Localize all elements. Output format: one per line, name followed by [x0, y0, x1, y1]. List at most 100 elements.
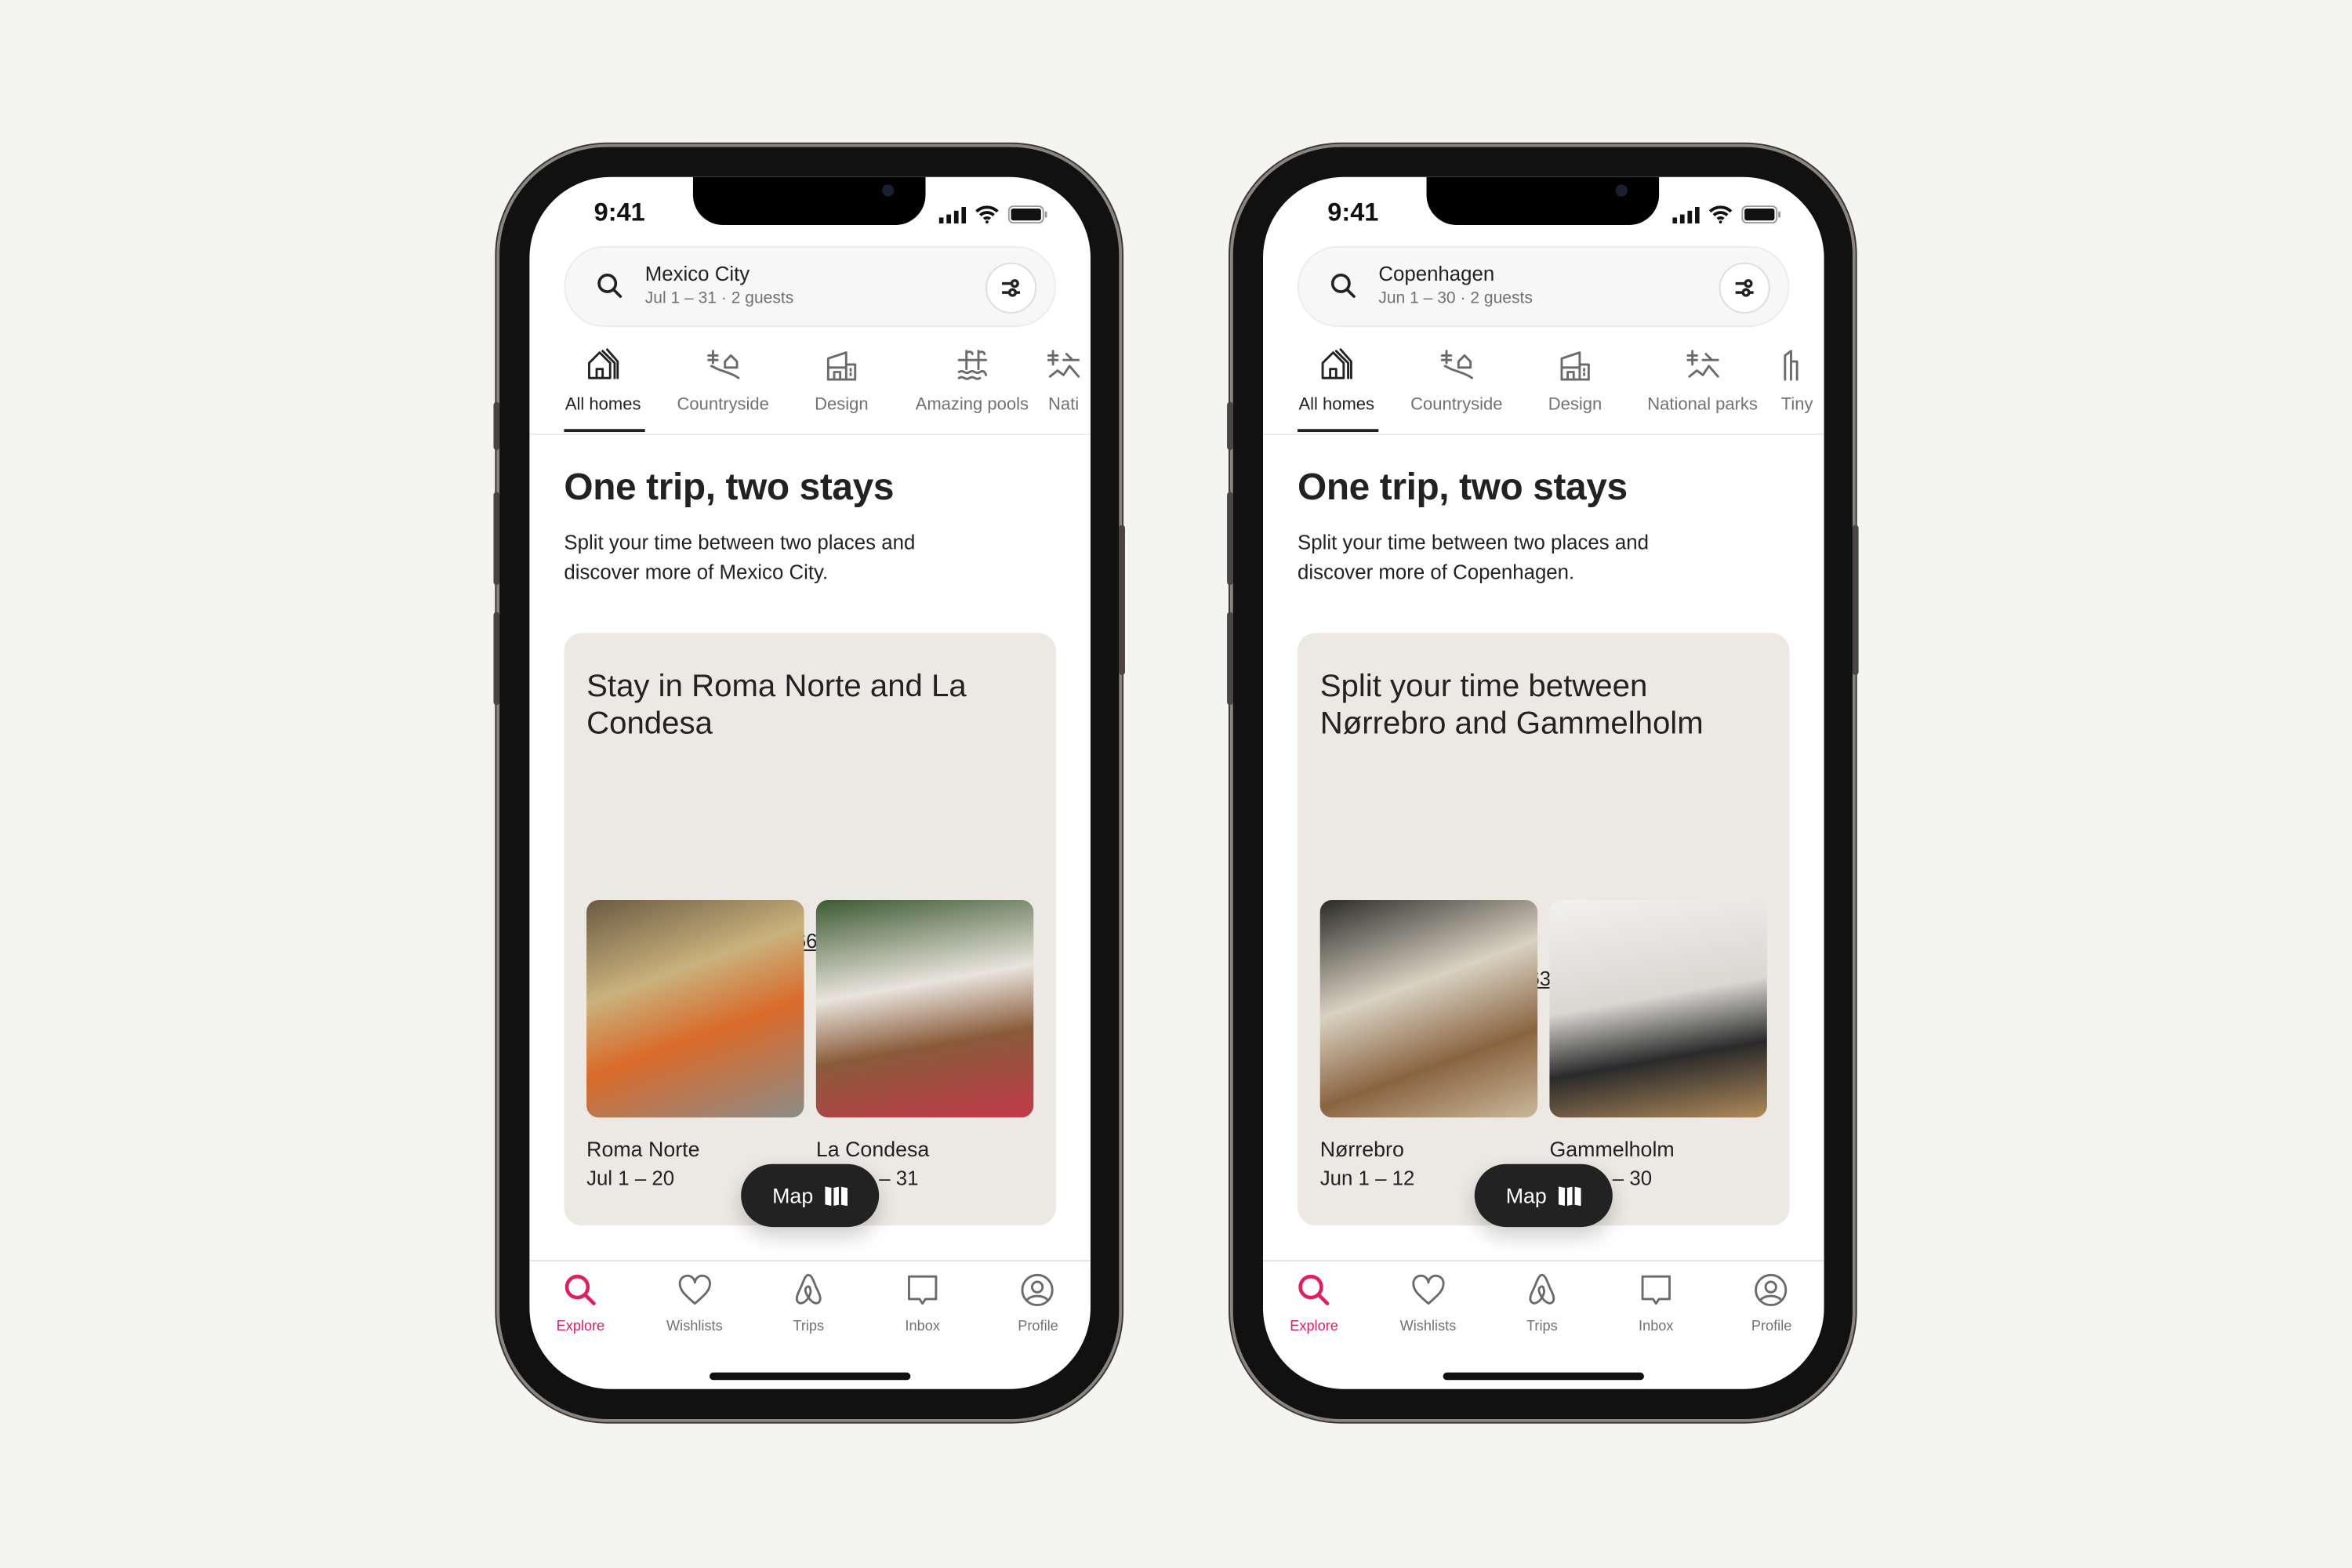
- category-tab[interactable]: Design: [815, 347, 869, 414]
- houses-icon: [588, 348, 619, 379]
- search-icon: [597, 274, 622, 298]
- category-tab[interactable]: Nati: [1046, 347, 1082, 414]
- category-label: Countryside: [1410, 396, 1503, 415]
- home-indicator[interactable]: [1443, 1372, 1644, 1381]
- status-time: 9:41: [1327, 198, 1379, 227]
- tab-label: Inbox: [905, 1318, 940, 1335]
- phone-mockup: 9:41 Mexico City Jul 1 – 31 · 2 guests A…: [493, 147, 1125, 1419]
- tab-label: Profile: [1751, 1318, 1792, 1335]
- camera: [1615, 184, 1628, 197]
- section-heading: One trip, two stays: [564, 466, 895, 509]
- power-button: [1119, 524, 1125, 675]
- search-dates-guests: Jun 1 – 30 · 2 guests: [1378, 289, 1533, 308]
- category-label: Design: [815, 396, 869, 415]
- category-label: All homes: [564, 396, 641, 415]
- design-building-icon: [1560, 351, 1590, 381]
- home-indicator[interactable]: [709, 1372, 911, 1381]
- phone-mockup: 9:41 Copenhagen Jun 1 – 30 · 2 guests Al…: [1227, 147, 1859, 1419]
- message-icon: [1641, 1275, 1671, 1305]
- category-tab[interactable]: Tiny: [1779, 347, 1815, 414]
- map-label: Map: [772, 1183, 814, 1208]
- wifi-icon: [1708, 205, 1733, 224]
- stay-name: Gammelholm: [1549, 1137, 1675, 1161]
- category-label: Design: [1548, 396, 1602, 415]
- search-bar[interactable]: Copenhagen Jun 1 – 30 · 2 guests: [1298, 245, 1790, 328]
- tab-trips[interactable]: Trips: [790, 1272, 826, 1335]
- listing-photo[interactable]: [815, 899, 1034, 1118]
- category-tab[interactable]: Design: [1548, 347, 1602, 414]
- tab-label: Profile: [1018, 1318, 1058, 1335]
- tab-label: Explore: [1290, 1318, 1338, 1335]
- category-tab[interactable]: Amazing pools: [916, 347, 1029, 414]
- divider: [529, 433, 1091, 435]
- category-label: Nati: [1047, 396, 1080, 415]
- stay-dates: Jul 1 – 20: [586, 1167, 675, 1190]
- search-bar[interactable]: Mexico City Jul 1 – 31 · 2 guests: [564, 245, 1056, 328]
- tab-label: Wishlists: [1399, 1318, 1457, 1335]
- tab-explore[interactable]: Explore: [556, 1272, 605, 1335]
- listing-photo[interactable]: [1549, 899, 1767, 1118]
- category-tab[interactable]: Countryside: [677, 347, 769, 414]
- mute-switch: [1227, 401, 1233, 450]
- listing-photo[interactable]: [586, 899, 804, 1118]
- notch: [1426, 176, 1660, 225]
- profile-icon: [1022, 1273, 1054, 1307]
- split-stay-card[interactable]: Stay in Roma Norte and La Condesa $5,105…: [564, 633, 1056, 1226]
- category-tab[interactable]: All homes: [565, 347, 641, 414]
- stay-name: La Condesa: [815, 1137, 930, 1161]
- search-icon: [564, 1274, 596, 1305]
- tab-bar-divider: [529, 1260, 1091, 1262]
- map-icon: [1559, 1186, 1581, 1207]
- tab-trips[interactable]: Trips: [1524, 1272, 1560, 1335]
- tab-profile[interactable]: Profile: [1751, 1272, 1792, 1335]
- split-stay-card[interactable]: Split your time between Nørrebro and Gam…: [1298, 633, 1790, 1226]
- tab-label: Explore: [556, 1318, 605, 1335]
- volume-up-button: [493, 492, 500, 586]
- card-title: Stay in Roma Norte and La Condesa: [586, 669, 967, 742]
- filters-button[interactable]: [1719, 262, 1770, 314]
- stay-dates: – 30: [1612, 1167, 1653, 1190]
- tab-wishlists[interactable]: Wishlists: [666, 1272, 723, 1335]
- search-location: Mexico City: [644, 262, 750, 285]
- card-title: Split your time between Nørrebro and Gam…: [1319, 669, 1704, 742]
- signal-icon: [938, 206, 967, 223]
- tab-inbox[interactable]: Inbox: [1638, 1272, 1674, 1335]
- filters-button[interactable]: [985, 262, 1037, 314]
- category-tab[interactable]: National parks: [1647, 347, 1758, 414]
- category-tab[interactable]: All homes: [1298, 347, 1374, 414]
- section-heading: One trip, two stays: [1298, 466, 1628, 509]
- notch: [692, 176, 926, 225]
- tab-label: Trips: [1526, 1318, 1558, 1335]
- divider: [1262, 433, 1824, 435]
- app-screen: 9:41 Copenhagen Jun 1 – 30 · 2 guests Al…: [1262, 176, 1824, 1389]
- heart-icon: [678, 1274, 711, 1305]
- national-park-icon: [1686, 350, 1719, 378]
- map-button[interactable]: Map: [741, 1163, 880, 1228]
- category-label: All homes: [1298, 396, 1375, 415]
- search-icon: [1330, 274, 1356, 298]
- mute-switch: [493, 401, 500, 450]
- tab-explore[interactable]: Explore: [1290, 1272, 1338, 1335]
- map-button[interactable]: Map: [1474, 1163, 1613, 1228]
- tiny-home-icon: [1784, 350, 1798, 381]
- tab-inbox[interactable]: Inbox: [905, 1272, 941, 1335]
- status-icons: [1672, 205, 1782, 224]
- section-description: Split your time between two places and d…: [1298, 531, 1649, 583]
- stay-dates: Jun 1 – 12: [1319, 1167, 1415, 1190]
- tab-wishlists[interactable]: Wishlists: [1399, 1272, 1457, 1335]
- tab-profile[interactable]: Profile: [1018, 1272, 1058, 1335]
- signal-icon: [1672, 206, 1700, 223]
- listing-photo[interactable]: [1319, 899, 1538, 1118]
- active-category-indicator: [564, 429, 645, 433]
- active-category-indicator: [1298, 429, 1379, 433]
- filter-icon: [1735, 279, 1754, 297]
- battery-icon: [1741, 205, 1781, 224]
- wifi-icon: [975, 205, 999, 224]
- design-building-icon: [826, 351, 857, 381]
- app-screen: 9:41 Mexico City Jul 1 – 31 · 2 guests A…: [529, 176, 1091, 1389]
- message-icon: [908, 1275, 938, 1305]
- stay-name: Roma Norte: [586, 1137, 700, 1161]
- tab-bar-divider: [1262, 1260, 1824, 1262]
- category-tab[interactable]: Countryside: [1410, 347, 1503, 415]
- power-button: [1852, 524, 1859, 675]
